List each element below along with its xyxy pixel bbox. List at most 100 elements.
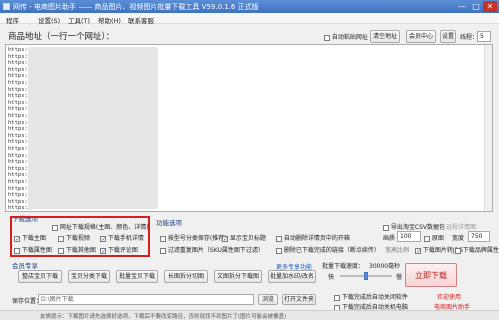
save-path-input[interactable]: D:\图片下载 (38, 294, 254, 305)
ratio-label: 宽高比例 (385, 247, 410, 254)
tip-text: 友情提示：下载图片请先选择好选项，下载后不要改变路径，否则就找不到图片了(图片可… (40, 314, 287, 320)
option-video-checkbox[interactable] (58, 235, 64, 242)
speed-fast-label: 快 (328, 274, 335, 281)
option-url-spec-checkbox[interactable] (52, 224, 58, 231)
title-bar: 网传 - 电商图片助手 —— 商品图片、视频图片批量下载工具 V59.0.1.6… (0, 0, 499, 13)
threads-input[interactable]: 5 (477, 31, 491, 42)
open-folder-button[interactable]: 打开文件夹 (282, 294, 316, 305)
scrollbar[interactable] (484, 45, 492, 211)
option-attr-image[interactable]: 下载属性图 (14, 245, 52, 254)
auto-close-option[interactable]: 下载完成后自动关闭软件 (334, 292, 408, 301)
redacted-region (28, 47, 158, 209)
func-by-model[interactable]: 按型号分类保存(推荐) (160, 233, 227, 242)
clear-urls-button[interactable]: 清空地址 (370, 30, 400, 43)
brand-attr-option[interactable]: 下载品牌属性 (455, 245, 499, 254)
speed-label: 批量下载速度： (322, 263, 365, 270)
menu-tools[interactable]: 工具(T) (68, 15, 90, 25)
brand-attr-label: 下载品牌属性 (462, 247, 499, 254)
menu-bar: 程序 设置(S) 工具(T) 帮助(H) 联系客服 (0, 13, 499, 25)
export-csv-label: 导出淘宝CSV数据包 (390, 224, 446, 231)
width-label: 宽度 (452, 235, 465, 242)
option-video-label: 下载视频 (65, 235, 90, 242)
option-review-image-label: 下载评论图 (107, 247, 138, 254)
func-by-model-checkbox[interactable] (160, 235, 166, 242)
menu-help[interactable]: 帮助(H) (98, 15, 121, 25)
option-mobile-detail-checkbox[interactable]: ✓ (100, 235, 106, 242)
option-main-image[interactable]: ✓ 下载主图 (14, 233, 46, 242)
func-show-title-checkbox[interactable]: ✓ (222, 235, 228, 242)
option-other-image-label: 下载其他图 (65, 247, 96, 254)
shop-download-button[interactable]: 整店宝贝下载 (18, 270, 62, 283)
settings-button[interactable]: 设置 (440, 30, 456, 43)
func-delete-done[interactable]: 删除已下载完成的链接（断点续传） (276, 245, 380, 254)
auto-close-checkbox[interactable] (334, 294, 340, 301)
auto-paste-label: 自动粘贴网址 (331, 34, 368, 41)
func-filter-dup-checkbox[interactable] (160, 247, 166, 254)
option-review-image-checkbox[interactable]: ✓ (100, 247, 106, 254)
original-size-checkbox[interactable] (424, 235, 430, 242)
category-download-button[interactable]: 宝贝分类下载 (68, 270, 110, 283)
long-image-split-button[interactable]: 长图拆分切图 (164, 270, 208, 283)
func-filter-dup-label: 过滤重复图片（SKU属性图下过滤） (167, 247, 264, 254)
export-csv-checkbox[interactable] (383, 224, 389, 231)
browse-button[interactable]: 浏览 (258, 294, 278, 305)
menu-program[interactable]: 程序 (6, 15, 19, 25)
width-select[interactable]: 750 (468, 231, 490, 242)
brand-attr-checkbox[interactable] (455, 247, 461, 254)
minimize-button[interactable]: — (455, 1, 469, 12)
func-show-title[interactable]: ✓ 显示宝贝标题 (222, 233, 266, 242)
option-url-spec-label: 网址下载规格(主图、颜色、详情) (59, 224, 149, 231)
option-mobile-detail-label: 下载手机详情 (107, 235, 144, 242)
text-image-split-button[interactable]: 文图拆分下载图 (214, 270, 262, 283)
func-remove-unbox-checkbox[interactable] (276, 235, 282, 242)
option-review-image[interactable]: ✓ 下载评论图 (100, 245, 138, 254)
url-textarea[interactable]: https://https://https://https://https://… (5, 44, 493, 212)
option-other-image-checkbox[interactable] (58, 247, 64, 254)
auto-paste-option[interactable]: 自动粘贴网址 (324, 32, 368, 41)
welcome-text: 欢迎使用 (437, 294, 462, 301)
func-remove-unbox[interactable]: 自动删除详情页中的开箱 (276, 233, 350, 242)
func-by-model-label: 按型号分类保存(推荐) (167, 235, 227, 242)
menu-contact[interactable]: 联系客服 (128, 15, 154, 25)
function-options-title: 功能选项 (156, 219, 182, 227)
menu-settings[interactable]: 设置(S) (38, 15, 60, 25)
option-video[interactable]: 下载视频 (58, 233, 90, 242)
watermark-rename-button[interactable]: 批量加水印/改名 (268, 270, 316, 283)
member-center-button[interactable]: 会员中心 (406, 30, 436, 43)
detail-note: 远程详情图 (446, 224, 477, 231)
convert-jpg-checkbox[interactable]: ✓ (415, 247, 421, 254)
option-attr-image-checkbox[interactable] (14, 247, 20, 254)
func-delete-done-label: 删除已下载完成的链接（断点续传） (283, 247, 380, 254)
close-button[interactable]: ✕ (483, 1, 497, 12)
app-icon (3, 3, 10, 10)
quality-select[interactable]: 100 (397, 231, 421, 242)
func-delete-done-checkbox[interactable] (276, 247, 282, 254)
export-csv-option[interactable]: 导出淘宝CSV数据包 (383, 222, 445, 231)
func-show-title-label: 显示宝贝标题 (229, 235, 266, 242)
auto-close-label: 下载完成后自动关闭软件 (341, 294, 408, 301)
func-remove-unbox-label: 自动删除详情页中的开箱 (283, 235, 350, 242)
speed-value: 30000毫秒 (369, 263, 401, 270)
member-title: 会员专享 (12, 262, 38, 270)
window-title: 网传 - 电商图片助手 —— 商品图片、视频图片批量下载工具 V59.0.1.6… (13, 3, 259, 11)
start-download-button[interactable]: 立即下载 (405, 263, 457, 287)
more-features-link[interactable]: 更多专享功能 (276, 262, 312, 271)
option-mobile-detail[interactable]: ✓ 下载手机详情 (100, 233, 144, 242)
quality-label: 画质 (383, 235, 396, 242)
original-size-option[interactable]: 原图 (424, 233, 444, 242)
batch-download-button[interactable]: 批量宝贝下载 (116, 270, 158, 283)
func-filter-dup[interactable]: 过滤重复图片（SKU属性图下过滤） (160, 245, 264, 254)
option-main-image-label: 下载主图 (21, 235, 46, 242)
auto-paste-checkbox[interactable] (324, 34, 330, 41)
original-size-label: 原图 (431, 235, 444, 242)
option-url-spec[interactable]: 网址下载规格(主图、颜色、详情) (52, 222, 149, 231)
option-main-image-checkbox[interactable]: ✓ (14, 235, 20, 242)
speed-slider-track[interactable] (340, 272, 392, 280)
status-bar: 友情提示：下载图片请先选择好选项，下载后不要改变路径，否则就找不到图片了(图片可… (0, 310, 499, 320)
option-attr-image-label: 下载属性图 (21, 247, 52, 254)
speed-slider-thumb[interactable] (364, 272, 368, 280)
speed-slow-label: 慢 (396, 274, 403, 281)
maximize-button[interactable]: □ (469, 1, 483, 12)
option-other-image[interactable]: 下载其他图 (58, 245, 96, 254)
url-section-label: 商品地址（一行一个网址）： (8, 32, 115, 42)
